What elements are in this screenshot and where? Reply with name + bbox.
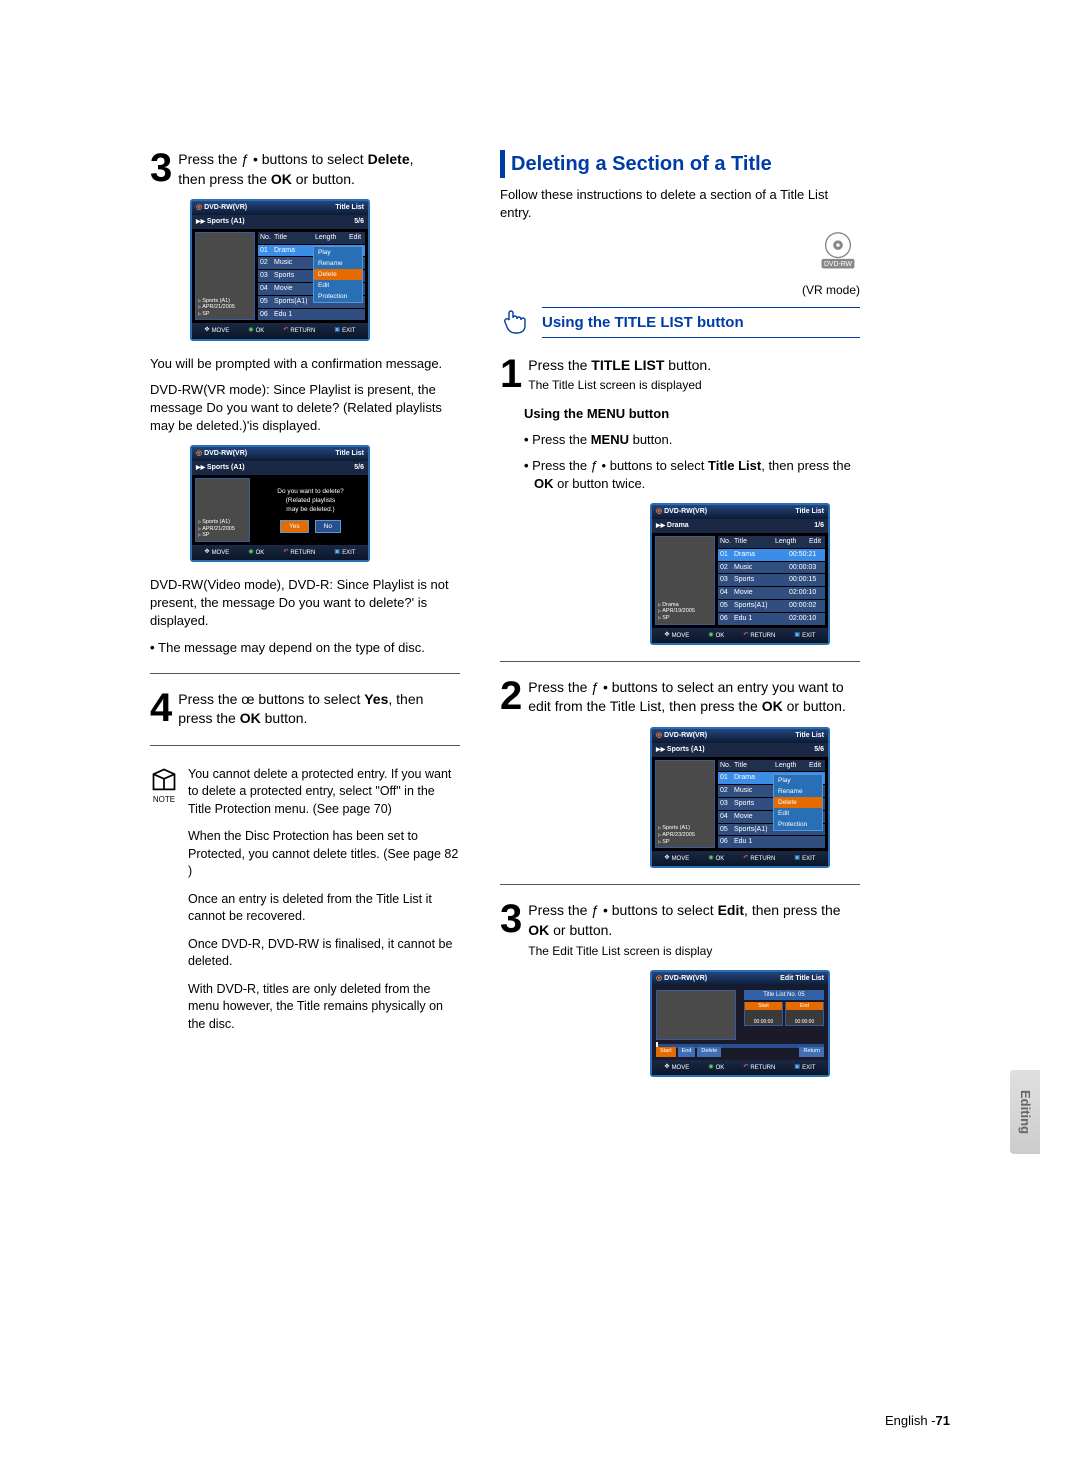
right-step-2-block: 2 Press the ƒ • buttons to select an ent… — [500, 678, 860, 717]
note-2: When the Disc Protection has been set to… — [188, 828, 460, 881]
left-column: 3 Press the ƒ • buttons to select Delete… — [150, 150, 460, 1091]
using-menu-button-subhead: Using the MENU button — [524, 405, 860, 423]
note-3: Once an entry is deleted from the Title … — [188, 891, 460, 926]
dvd-rw-badge: DVD-RW — [500, 230, 860, 279]
step-3-text: Press the ƒ • buttons to select Delete, … — [178, 150, 460, 189]
step-separator-2 — [150, 745, 460, 746]
step-3-block: 3 Press the ƒ • buttons to select Delete… — [150, 150, 460, 189]
step-4-number: 4 — [150, 690, 172, 726]
right-step-1-number: 1 — [500, 356, 522, 392]
step-4-text: Press the œ buttons to select Yes, then … — [178, 690, 460, 729]
osd-edit-title-list: DVD-RW(VR)Edit Title List Title List No.… — [650, 970, 830, 1077]
step-3-number: 3 — [150, 150, 172, 186]
page-footer: English -71 — [885, 1412, 950, 1430]
confirm-msg-text: You will be prompted with a confirmation… — [150, 355, 460, 373]
svg-text:DVD-RW: DVD-RW — [824, 261, 853, 268]
right-sep-2 — [500, 884, 860, 885]
note-block: NOTE You cannot delete a protected entry… — [150, 766, 460, 1044]
side-tab-editing: Editing — [1010, 1070, 1040, 1154]
right-step-3-number: 3 — [500, 901, 522, 937]
section-accent-bar — [500, 150, 505, 178]
right-step-3-block: 3 Press the ƒ • buttons to select Edit, … — [500, 901, 860, 960]
osd-title-list-popup-delete: DVD-RW(VR)Title List Sports (A1)5/6 Spor… — [190, 199, 370, 340]
section-intro: Follow these instructions to delete a se… — [500, 186, 860, 222]
vr-mode-label: (VR mode) — [500, 282, 860, 299]
section-title: Deleting a Section of a Title — [511, 150, 772, 178]
step-separator — [150, 673, 460, 674]
right-column: Deleting a Section of a Title Follow the… — [500, 150, 860, 1091]
section-header: Deleting a Section of a Title — [500, 150, 860, 178]
hand-icon — [500, 304, 532, 341]
message-depend-bullet: The message may depend on the type of di… — [160, 639, 460, 657]
note-icon: NOTE — [150, 766, 178, 1044]
right-step-1-block: 1 Press the TITLE LIST button. The Title… — [500, 356, 860, 395]
right-sep-1 — [500, 661, 860, 662]
right-step-2-number: 2 — [500, 678, 522, 714]
osd-title-list-drama: DVD-RW(VR)Title List Drama1/6 Drama APR/… — [650, 503, 830, 644]
menu-bullet-1: Press the MENU button. — [534, 431, 860, 449]
note-4: Once DVD-R, DVD-RW is finalised, it cann… — [188, 936, 460, 971]
step-4-block: 4 Press the œ buttons to select Yes, the… — [150, 690, 460, 729]
using-title-list-button-header: Using the TITLE LIST button — [500, 304, 860, 341]
vr-mode-text: DVD-RW(VR mode): Since Playlist is prese… — [150, 381, 460, 436]
osd-delete-confirm-dialog: DVD-RW(VR)Title List Sports (A1)5/6 Spor… — [190, 445, 370, 562]
video-mode-text: DVD-RW(Video mode), DVD-R: Since Playlis… — [150, 576, 460, 631]
note-1: You cannot delete a protected entry. If … — [188, 766, 460, 819]
note-5: With DVD-R, titles are only deleted from… — [188, 981, 460, 1034]
menu-bullet-2: Press the ƒ • buttons to select Title Li… — [534, 457, 860, 493]
osd-title-list-popup-sports: DVD-RW(VR)Title List Sports (A1)5/6 Spor… — [650, 727, 830, 868]
